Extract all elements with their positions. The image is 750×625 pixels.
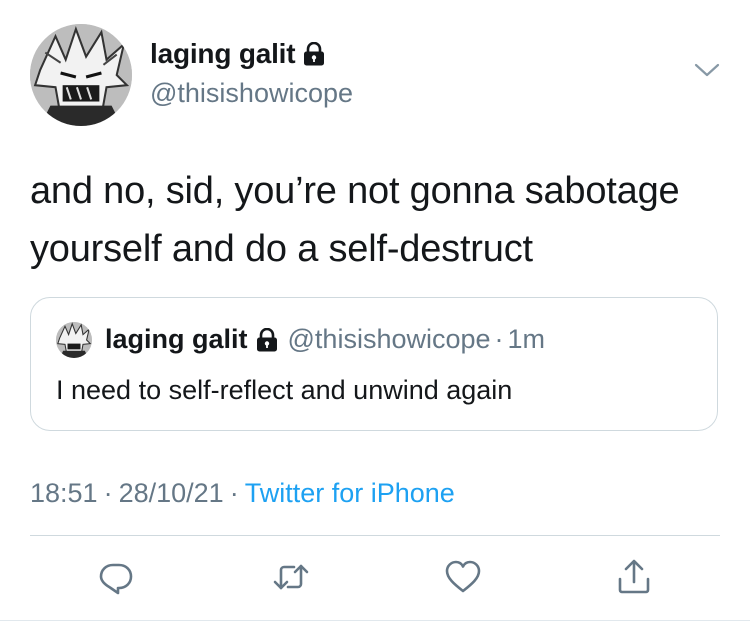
quoted-display-name: laging galit bbox=[105, 324, 248, 354]
bottom-border bbox=[0, 620, 750, 621]
meta-separator: · bbox=[229, 478, 239, 508]
tweet-date: 28/10/21 bbox=[118, 478, 224, 508]
quoted-dot-separator: · bbox=[494, 324, 504, 354]
quoted-timestamp: 1m bbox=[507, 324, 546, 354]
tweet-meta: 18:51 · 28/10/21 · Twitter for iPhone bbox=[30, 480, 455, 507]
quoted-text: I need to self-reflect and unwind again bbox=[56, 375, 513, 405]
chevron-down-icon[interactable] bbox=[692, 60, 722, 80]
share-button[interactable] bbox=[612, 555, 656, 599]
author-handle[interactable]: @thisishowicope bbox=[150, 80, 353, 107]
retweet-button[interactable] bbox=[269, 555, 313, 599]
author-name-row[interactable]: laging galit bbox=[150, 40, 325, 68]
avatar-image bbox=[30, 24, 132, 126]
tweet-source-link[interactable]: Twitter for iPhone bbox=[245, 478, 455, 508]
divider bbox=[30, 535, 720, 536]
like-button[interactable] bbox=[441, 555, 485, 599]
tweet-text-line: yourself and do a self-destruct bbox=[30, 228, 533, 270]
author-avatar[interactable] bbox=[30, 24, 132, 126]
quoted-header: laging galit @thisishowicope · 1m bbox=[105, 326, 545, 353]
lock-icon bbox=[303, 41, 325, 66]
heart-icon bbox=[445, 560, 481, 593]
share-icon bbox=[618, 559, 650, 594]
quoted-handle: @thisishowicope bbox=[287, 324, 491, 354]
retweet-icon bbox=[273, 564, 309, 590]
avatar-image bbox=[56, 322, 92, 358]
tweet-text-line: and no, sid, you’re not gonna sabotage bbox=[30, 170, 680, 212]
action-bar bbox=[0, 555, 750, 615]
meta-separator: · bbox=[103, 478, 113, 508]
tweet-text: and no, sid, you’re not gonna sabotage y… bbox=[30, 162, 720, 278]
lock-icon bbox=[256, 327, 278, 352]
tweet-time: 18:51 bbox=[30, 478, 98, 508]
quoted-author-avatar bbox=[56, 322, 92, 358]
reply-button[interactable] bbox=[94, 555, 138, 599]
quoted-tweet[interactable]: laging galit @thisishowicope · 1m I need… bbox=[30, 297, 718, 431]
author-display-name: laging galit bbox=[150, 38, 296, 69]
tweet: laging galit @thisishowicope and no, sid… bbox=[0, 0, 750, 625]
reply-icon bbox=[99, 563, 133, 595]
